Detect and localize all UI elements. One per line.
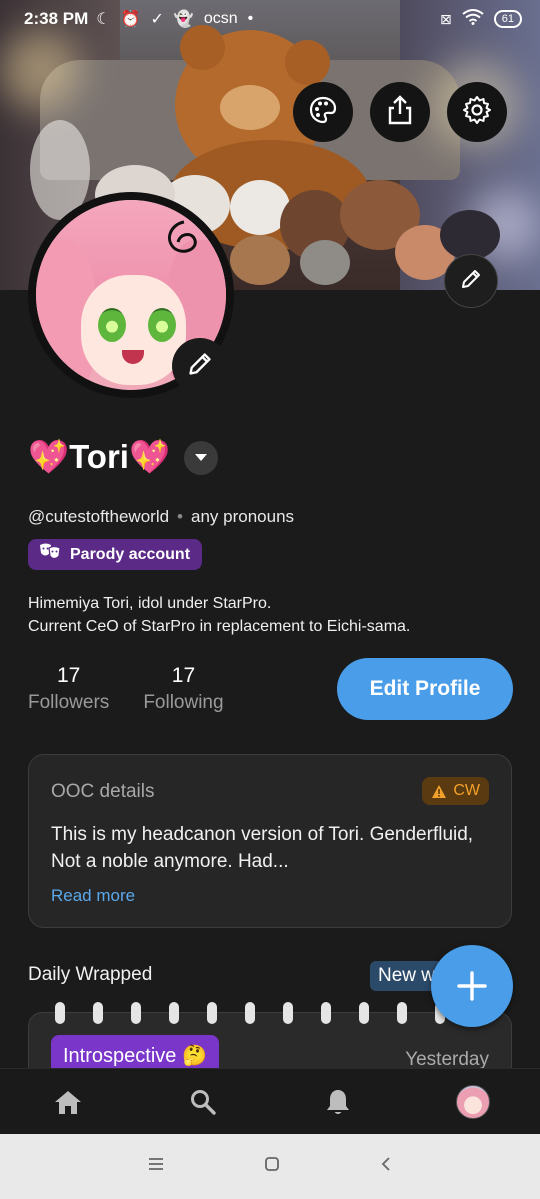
bell-icon — [326, 1089, 349, 1114]
content-warning-badge: CW — [422, 777, 489, 805]
moon-icon: ☾ — [96, 11, 111, 28]
pencil-icon — [460, 268, 482, 295]
bio-line: Current CeO of StarPro in replacement to… — [28, 618, 411, 635]
followers-count: 17 — [56, 664, 81, 687]
binder-ring — [93, 1002, 103, 1024]
cw-label: CW — [453, 782, 480, 799]
following-label: Following — [143, 692, 224, 713]
edit-banner-button[interactable] — [444, 254, 498, 308]
gear-icon — [462, 95, 492, 130]
following-stat[interactable]: 17 Following — [143, 664, 223, 714]
display-name: 💖Tori💖 — [28, 438, 171, 475]
binder-ring — [207, 1002, 217, 1024]
back-icon[interactable] — [380, 1156, 392, 1177]
search-icon — [190, 1089, 216, 1115]
bottom-navigation — [0, 1068, 540, 1134]
followers-stat[interactable]: 17 Followers — [28, 664, 109, 714]
binder-ring — [321, 1002, 331, 1024]
theme-button[interactable] — [293, 82, 353, 142]
status-bar: 2:38 PM ☾ ⏰ ✓ 👻 ocsn • ⊠ 61 — [0, 0, 540, 38]
parody-badge-label: Parody account — [70, 545, 191, 563]
plus-icon — [457, 971, 487, 1001]
binder-ring — [283, 1002, 293, 1024]
separator-dot: • — [177, 507, 183, 526]
alarm-icon: ⏰ — [120, 11, 141, 28]
wifi-icon — [462, 8, 484, 30]
nav-home[interactable] — [38, 1077, 98, 1127]
binder-ring — [245, 1002, 255, 1024]
read-more-link[interactable]: Read more — [51, 886, 135, 906]
profile-avatar-thumbnail — [455, 1084, 490, 1119]
account-switcher-button[interactable] — [184, 440, 219, 475]
ooc-title: OOC details — [51, 781, 155, 802]
following-count: 17 — [171, 664, 196, 687]
bio-line: Himemiya Tori, idol under StarPro. — [28, 595, 272, 612]
nav-profile[interactable] — [443, 1077, 503, 1127]
share-button[interactable] — [370, 82, 430, 142]
share-icon — [386, 94, 414, 130]
system-navigation-bar — [0, 1134, 540, 1199]
binder-ring — [169, 1002, 179, 1024]
home-icon — [54, 1090, 81, 1114]
recents-icon[interactable] — [148, 1157, 164, 1176]
binder-ring — [397, 1002, 407, 1024]
daily-wrapped-title: Daily Wrapped — [28, 964, 153, 985]
profile-bio: Himemiya Tori, idol under StarPro. Curre… — [28, 592, 410, 638]
snapchat-icon: 👻 — [173, 11, 194, 28]
task-icon: ✓ — [150, 11, 164, 28]
ooc-text: This is my headcanon version of Tori. Ge… — [51, 824, 474, 872]
chevron-down-icon — [195, 454, 208, 461]
battery-indicator: 61 — [493, 10, 522, 28]
compose-fab[interactable] — [431, 945, 513, 1027]
nav-notifications[interactable] — [308, 1077, 368, 1127]
carrier-text: ocsn — [203, 10, 238, 27]
followers-label: Followers — [28, 692, 110, 713]
handle-row: @cutestoftheworld • any pronouns — [28, 507, 294, 527]
theater-masks-icon — [38, 542, 62, 567]
dot-icon: • — [247, 10, 254, 27]
binder-ring — [131, 1002, 141, 1024]
nav-search[interactable] — [173, 1077, 233, 1127]
profile-stats: 17 Followers 17 Following — [28, 664, 224, 714]
pronouns: any pronouns — [191, 507, 295, 526]
warning-icon — [432, 784, 447, 798]
settings-button[interactable] — [447, 82, 507, 142]
edit-profile-button[interactable]: Edit Profile — [337, 658, 513, 720]
handle: @cutestoftheworld — [28, 507, 170, 526]
palette-icon — [308, 95, 338, 130]
binder-ring — [55, 1002, 65, 1024]
ooc-details-card[interactable]: OOC details CW This is my headcanon vers… — [28, 754, 512, 928]
binder-ring — [359, 1002, 369, 1024]
edit-avatar-button[interactable] — [172, 338, 228, 394]
pencil-icon — [187, 351, 213, 382]
home-button-icon[interactable] — [264, 1156, 280, 1177]
signal-x-icon: ⊠ — [440, 10, 452, 27]
status-time: 2:38 PM — [24, 9, 89, 28]
display-name-row: 💖Tori💖 — [28, 438, 219, 477]
parody-account-badge[interactable]: Parody account — [28, 539, 203, 570]
